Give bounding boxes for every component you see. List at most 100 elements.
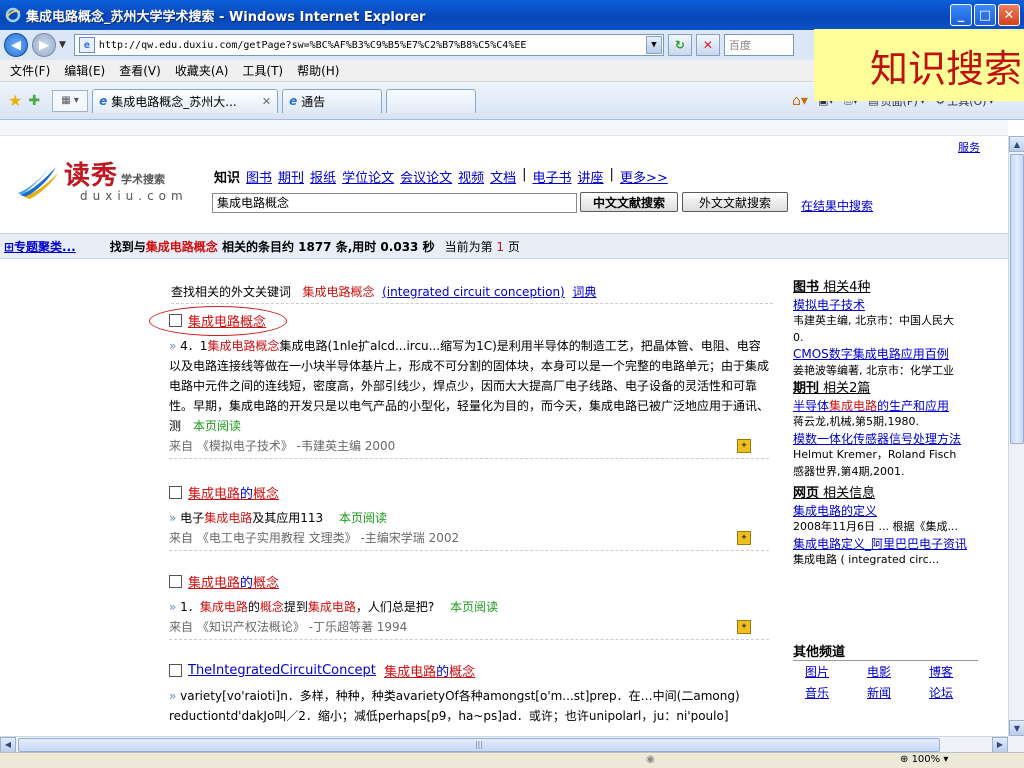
favorites-star-icon[interactable]: ★ (8, 91, 22, 110)
title-part: 集成电路 (188, 487, 241, 502)
result-checkbox[interactable] (169, 664, 182, 677)
maximize-button[interactable]: □ (974, 4, 996, 26)
vertical-scrollbar[interactable]: ▲ ▼ (1008, 136, 1024, 736)
channel-lectures[interactable]: 讲座 (578, 167, 604, 186)
page-number: 1 (496, 239, 505, 254)
tab-current[interactable]: e 集成电路概念_苏州大... ✕ (92, 88, 279, 113)
channel-ebooks[interactable]: 电子书 (533, 167, 572, 186)
arrow-icon: » (169, 600, 177, 614)
channel-theses[interactable]: 学位论文 (342, 167, 394, 186)
channel-separator: | (609, 167, 614, 182)
sidebar-books-heading[interactable]: 图书 相关4种 (793, 280, 989, 297)
result-checkbox[interactable] (169, 486, 182, 499)
tab-close-icon[interactable]: ✕ (262, 95, 271, 108)
scroll-right-icon[interactable]: ▶ (992, 736, 1008, 753)
sidebar-journal-desc: Helmut Kremer，Roland Fisch (793, 448, 957, 461)
channel-more[interactable]: 更多>> (620, 167, 668, 186)
heading-count: 相关信息 (819, 486, 876, 501)
scroll-left-icon[interactable]: ◀ (0, 736, 16, 753)
result-title-link[interactable]: 集成电路的概念 (188, 572, 279, 591)
tab-notice[interactable]: e 通告 (282, 88, 383, 113)
minimize-button[interactable]: _ (950, 4, 972, 26)
scroll-up-icon[interactable]: ▲ (1009, 136, 1024, 152)
result-source: 来自 《模拟电子技术》 -韦建英主编 2000 (169, 439, 396, 453)
channel-music-link[interactable]: 音乐 (805, 684, 867, 701)
zoom-level: 100% (911, 754, 941, 765)
channel-conference[interactable]: 会议论文 (400, 167, 452, 186)
read-this-page-link[interactable]: 本页阅读 (193, 419, 241, 433)
sidebar-book-link[interactable]: 模拟电子技术 (793, 297, 989, 314)
title-part: 的 (436, 665, 450, 680)
zoom-control[interactable]: ⊕ 100% ▾ (900, 754, 948, 765)
sidebar-journals-heading[interactable]: 期刊 相关2篇 (793, 381, 989, 398)
stop-button[interactable]: ✕ (695, 34, 720, 56)
channel-journals[interactable]: 期刊 (278, 167, 304, 186)
result-title-link[interactable]: 集成电路的概念 (188, 483, 279, 502)
cite-icon[interactable]: ✦ (737, 619, 751, 634)
result-checkbox[interactable] (169, 575, 182, 588)
foreign-search-button[interactable]: 外文文献搜索 (682, 192, 788, 212)
sidebar-journal-link[interactable]: 半导体集成电路的生产和应用 (793, 398, 989, 415)
menu-edit[interactable]: 编辑(E) (64, 62, 105, 79)
channel-video[interactable]: 视频 (458, 167, 484, 186)
home-icon[interactable]: ⌂▾ (792, 93, 808, 109)
sidebar-book-link[interactable]: CMOS数字集成电路应用百例 (793, 346, 989, 363)
read-this-page-link[interactable]: 本页阅读 (339, 511, 387, 525)
channel-newspapers[interactable]: 报纸 (310, 167, 336, 186)
history-dropdown-icon[interactable]: ▼ (59, 40, 66, 50)
dictionary-link[interactable]: 词典 (572, 285, 596, 299)
web-search-input[interactable]: 百度 (723, 34, 794, 56)
channel-movies-link[interactable]: 电影 (867, 663, 929, 680)
result-title-link[interactable]: 集成电路的概念 (384, 661, 475, 680)
scroll-down-icon[interactable]: ▼ (1009, 720, 1024, 736)
result-item: TheIntegratedCircuitConcept 集成电路的概念 » va… (169, 661, 769, 732)
channel-news-link[interactable]: 新闻 (867, 684, 929, 701)
menu-favorites[interactable]: 收藏夹(A) (175, 62, 229, 79)
arrow-icon: » (169, 511, 177, 525)
channel-docs[interactable]: 文档 (490, 167, 516, 186)
other-channels-heading: 其他频道 (793, 641, 978, 661)
sidebar-web-heading[interactable]: 网页 相关信息 (793, 486, 989, 503)
cite-icon[interactable]: ✦ (737, 530, 751, 545)
sidebar-web-link[interactable]: 集成电路定义_阿里巴巴电子资讯 (793, 536, 989, 553)
refresh-button[interactable]: ↻ (667, 34, 692, 56)
heading-text: 期刊 (793, 381, 820, 396)
result-item: 集成电路的概念 » 1．集成电路的概念提到集成电路，人们总是把? 本页阅读 来自… (169, 572, 769, 640)
address-bar[interactable]: e http://qw.edu.duxiu.com/getPage?sw=%BC… (73, 34, 664, 56)
topic-cluster-link[interactable]: ⊞专题聚类... (4, 238, 76, 255)
address-url[interactable]: http://qw.edu.duxiu.com/getPage?sw=%BC%A… (99, 40, 646, 51)
duxiu-logo[interactable]: 读秀 学术搜索 duxiu.com (18, 163, 218, 203)
menu-file[interactable]: 文件(F) (10, 62, 50, 79)
snippet-highlight: 集成电路 (199, 600, 248, 614)
result-title-link[interactable]: TheIntegratedCircuitConcept (188, 663, 376, 678)
ie-logo-icon (4, 6, 22, 24)
horizontal-scrollbar[interactable]: ◀ ||| ▶ (0, 736, 1008, 753)
read-this-page-link[interactable]: 本页阅读 (450, 600, 498, 614)
sidebar-journal-link[interactable]: 模数一体化传感器信号处理方法 (793, 431, 989, 448)
add-favorite-icon[interactable]: ✚ (28, 93, 40, 109)
menu-help[interactable]: 帮助(H) (297, 62, 339, 79)
result-item: 集成电路的概念 » 电子集成电路及其应用113 本页阅读 来自 《电工电子实用教… (169, 483, 769, 551)
channel-images-link[interactable]: 图片 (805, 663, 867, 680)
channel-books[interactable]: 图书 (246, 167, 272, 186)
back-button[interactable]: ◀ (4, 33, 28, 57)
keyword-english-link[interactable]: (integrated circuit conception) (382, 285, 565, 299)
forward-button[interactable]: ▶ (32, 33, 56, 57)
search-within-link[interactable]: 在结果中搜索 (801, 197, 873, 214)
address-dropdown-icon[interactable]: ▼ (645, 36, 662, 54)
new-tab[interactable] (386, 88, 477, 113)
channel-knowledge[interactable]: 知识 (214, 167, 240, 186)
close-window-button[interactable]: ✕ (998, 4, 1020, 26)
menu-view[interactable]: 查看(V) (119, 62, 161, 79)
menu-tools[interactable]: 工具(T) (242, 62, 283, 79)
chinese-search-button[interactable]: 中文文献搜索 (580, 192, 678, 212)
cite-icon[interactable]: ✦ (737, 438, 751, 453)
channel-blogs-link[interactable]: 博客 (929, 663, 991, 680)
search-input[interactable]: 集成电路概念 (212, 193, 577, 213)
service-link[interactable]: 服务 (958, 139, 980, 155)
channel-forum-link[interactable]: 论坛 (929, 684, 991, 701)
quick-tabs-button[interactable]: ▦ ▾ (52, 89, 89, 112)
hscroll-thumb[interactable]: ||| (18, 737, 940, 752)
scroll-thumb[interactable] (1010, 154, 1024, 444)
sidebar-web-link[interactable]: 集成电路的定义 (793, 503, 989, 520)
